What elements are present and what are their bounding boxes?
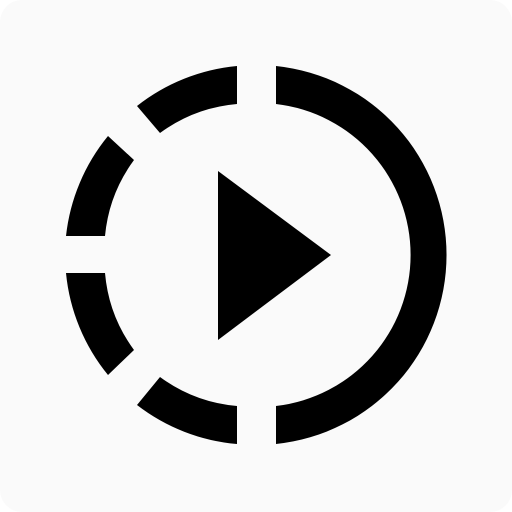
app-icon-tile — [0, 0, 512, 512]
ring-segment-lower-left — [66, 273, 134, 375]
slow-motion-video-icon — [0, 0, 512, 512]
ring-segment-bottom — [137, 377, 237, 444]
ring-segment-top — [137, 66, 237, 133]
icon-svg — [66, 66, 447, 444]
ring-segment-upper-left — [66, 136, 134, 236]
play-triangle-icon — [218, 171, 331, 340]
